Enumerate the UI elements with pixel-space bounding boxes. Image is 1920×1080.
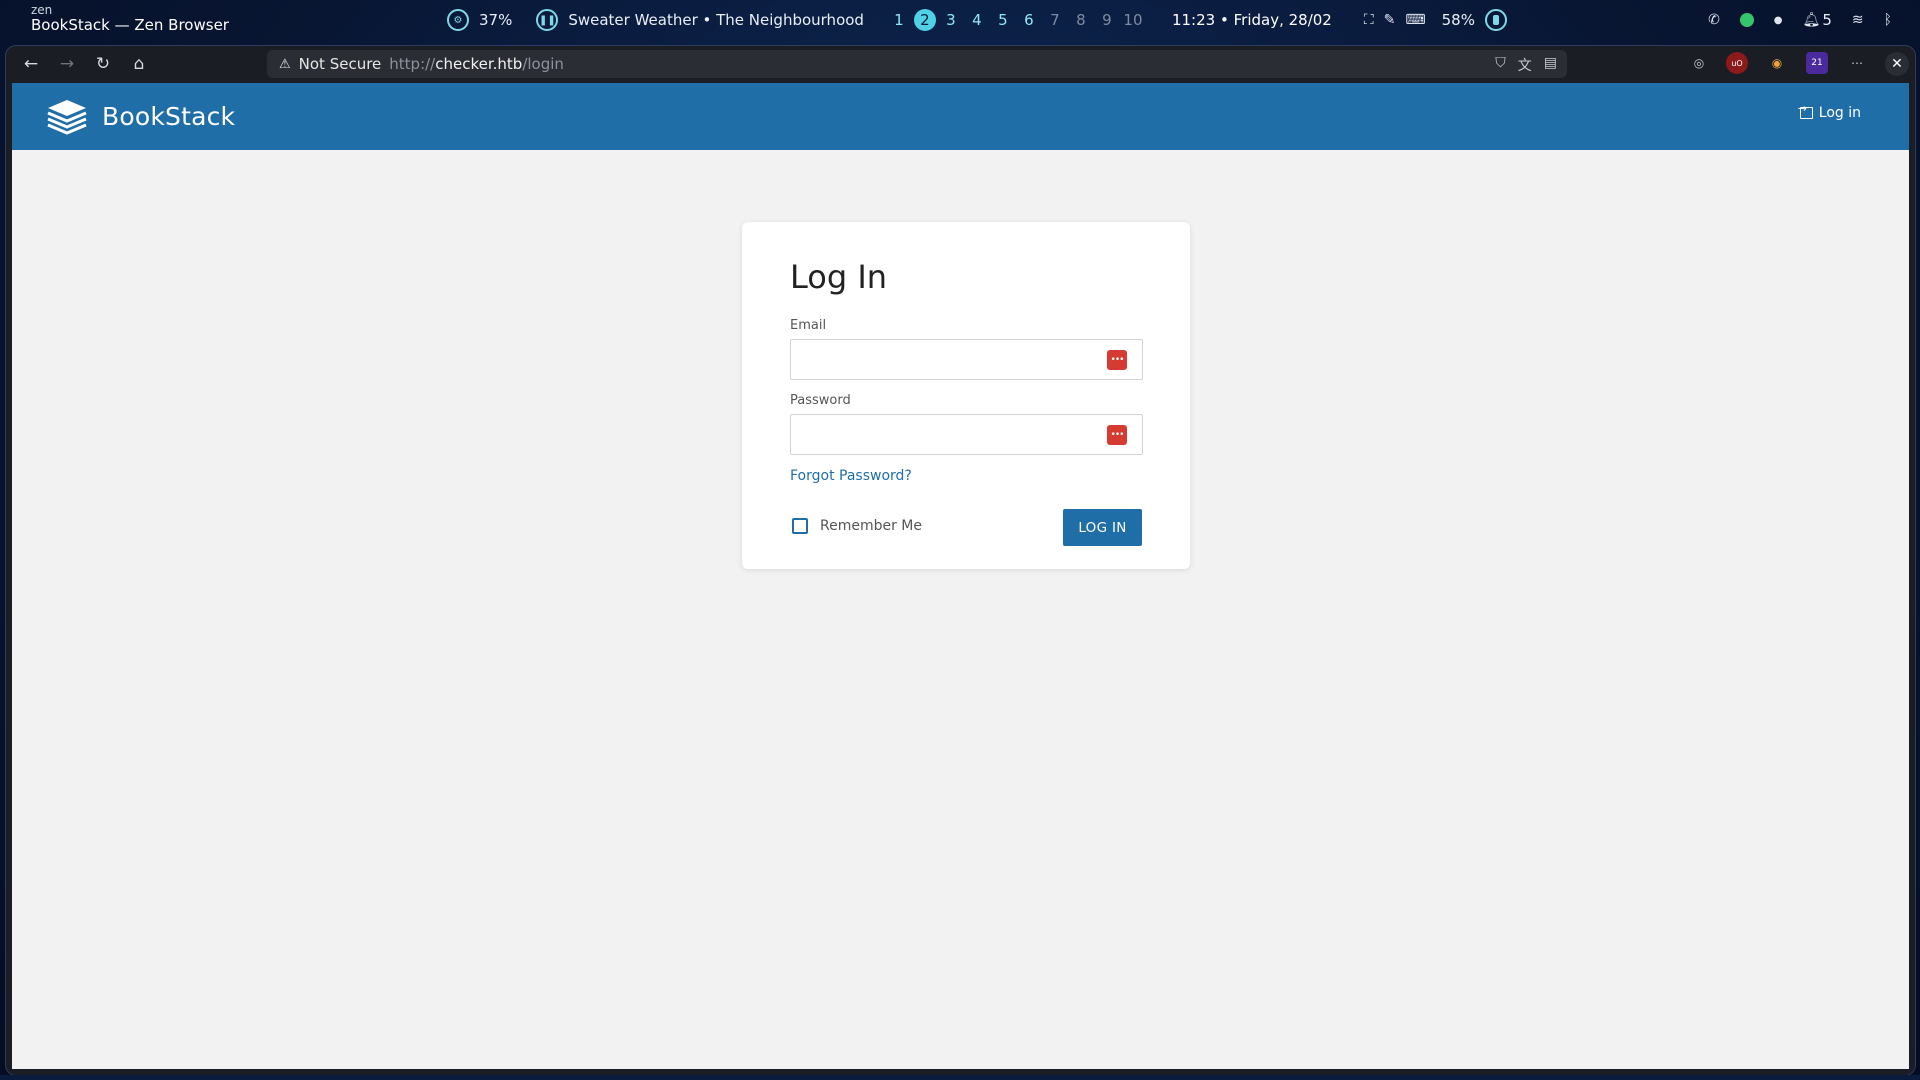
extension-fox-icon[interactable]: ◉	[1766, 52, 1788, 74]
forward-icon[interactable]: →	[50, 49, 84, 79]
home-logo-link[interactable]: BookStack	[46, 98, 235, 136]
url-path: /login	[522, 55, 564, 73]
warning-icon[interactable]: ⚠	[279, 57, 291, 72]
desktop-bottom-edge	[0, 1075, 1920, 1080]
login-card: Log In Email ••• Password ••• Forgot Pas…	[742, 222, 1190, 569]
url-scheme: http://	[389, 55, 436, 73]
brand-name: BookStack	[102, 102, 236, 131]
system-top-bar: zen BookStack — Zen Browser ⚙ 37% ❚❚ Swe…	[0, 0, 1920, 44]
clock-date: Friday, 28/02	[1233, 11, 1332, 29]
password-manager-icon[interactable]: •••	[1107, 350, 1127, 370]
login-heading: Log In	[790, 258, 888, 296]
shield-icon[interactable]: ⛉	[1495, 55, 1506, 75]
security-label[interactable]: Not Secure	[299, 55, 382, 73]
workspace-4[interactable]: 4	[964, 11, 990, 29]
ext-target-icon[interactable]: ◎	[1688, 52, 1710, 74]
password-manager-icon[interactable]: •••	[1107, 425, 1127, 445]
picker-icon[interactable]: ✎	[1384, 12, 1396, 28]
workspace-6[interactable]: 6	[1016, 11, 1042, 29]
spotify-icon[interactable]	[1739, 13, 1754, 27]
workspace-10[interactable]: 10	[1120, 11, 1146, 29]
clock-separator: •	[1219, 11, 1229, 29]
workspace-8[interactable]: 8	[1068, 11, 1094, 29]
battery-icon	[1484, 9, 1507, 31]
app-header: BookStack Log in	[12, 83, 1909, 150]
window-title: BookStack — Zen Browser	[31, 16, 229, 34]
workspace-3[interactable]: 3	[938, 11, 964, 29]
cpu-percent: 37%	[479, 11, 513, 29]
bluetooth-icon[interactable]: ᛒ	[1884, 12, 1892, 28]
email-label: Email	[790, 318, 827, 333]
window-app-name: zen	[31, 3, 53, 17]
back-icon[interactable]: ←	[14, 49, 48, 79]
window-title-block: zen BookStack — Zen Browser	[31, 4, 229, 33]
fullscreen-icon[interactable]: ⛶	[1364, 12, 1374, 28]
reload-icon[interactable]: ↻	[86, 49, 120, 79]
translate-icon[interactable]: 文	[1518, 55, 1532, 75]
clock-time: 11:23	[1171, 11, 1216, 29]
reader-icon[interactable]: ▤	[1544, 55, 1557, 75]
browser-window: ← → ↻ ⌂ ⚠ Not Secure http:// checker.htb…	[6, 46, 1915, 1075]
battery-percent: 58%	[1441, 11, 1475, 29]
ublock-icon[interactable]: uO	[1726, 52, 1748, 74]
address-bar[interactable]: ⚠ Not Secure http:// checker.htb /login …	[267, 50, 1567, 78]
workspace-7[interactable]: 7	[1042, 11, 1068, 29]
status-center: ⚙ 37% ❚❚ Sweater Weather • The Neighbour…	[447, 0, 1507, 40]
close-icon[interactable]: ✕	[1885, 52, 1909, 76]
keyboard-icon[interactable]: ⌨	[1405, 12, 1425, 28]
browser-toolbar: ← → ↻ ⌂ ⚠ Not Secure http:// checker.htb…	[6, 46, 1915, 82]
header-login-link[interactable]: Log in	[1798, 102, 1861, 121]
remember-me[interactable]: Remember Me	[792, 518, 922, 534]
password-field[interactable]	[791, 415, 1142, 454]
extension-badge-icon[interactable]: 21	[1806, 52, 1828, 74]
login-button[interactable]: LOG IN	[1063, 509, 1142, 546]
email-field-wrapper: •••	[790, 339, 1143, 380]
media-title[interactable]: Sweater Weather • The Neighbourhood	[568, 11, 864, 29]
url-host: checker.htb	[435, 55, 523, 73]
url-actions: ⛉ 文 ▤	[1495, 55, 1557, 75]
menu-icon[interactable]: ⋯	[1846, 52, 1868, 74]
notifications-count: 5	[1822, 11, 1832, 29]
workspace-1[interactable]: 1	[886, 11, 912, 29]
workspace-2[interactable]: 2	[913, 9, 936, 31]
bookstack-logo-icon	[47, 99, 87, 135]
cpu-icon: ⚙	[447, 9, 469, 31]
login-icon	[1798, 102, 1813, 119]
forgot-password-link[interactable]: Forgot Password?	[790, 468, 912, 484]
phone-icon[interactable]: ✆	[1708, 12, 1720, 28]
remember-me-label: Remember Me	[820, 518, 922, 534]
password-label: Password	[790, 393, 851, 408]
clock[interactable]: 11:23 • Friday, 28/02	[1172, 11, 1332, 29]
page-viewport: BookStack Log in Log In Email ••• Passwo…	[12, 83, 1909, 1069]
pause-icon[interactable]: ❚❚	[536, 9, 559, 31]
wifi-icon[interactable]: ≋	[1852, 12, 1864, 28]
workspace-switcher: 1 2 3 4 5 6 7 8 9 10	[886, 9, 1146, 31]
header-login-label: Log in	[1818, 105, 1861, 121]
home-icon[interactable]: ⌂	[122, 49, 156, 79]
remember-me-checkbox[interactable]	[792, 518, 808, 534]
workspace-9[interactable]: 9	[1094, 11, 1120, 29]
bell-icon: 🔔︎	[1802, 12, 1821, 28]
password-field-wrapper: •••	[790, 414, 1143, 455]
tray: ✆ ● 🔔︎ 5 ≋ ᛒ	[1708, 0, 1892, 40]
email-field[interactable]	[791, 340, 1142, 379]
dot-icon: ●	[1773, 14, 1783, 26]
notifications[interactable]: 🔔︎ 5	[1803, 11, 1832, 29]
workspace-5[interactable]: 5	[990, 11, 1016, 29]
